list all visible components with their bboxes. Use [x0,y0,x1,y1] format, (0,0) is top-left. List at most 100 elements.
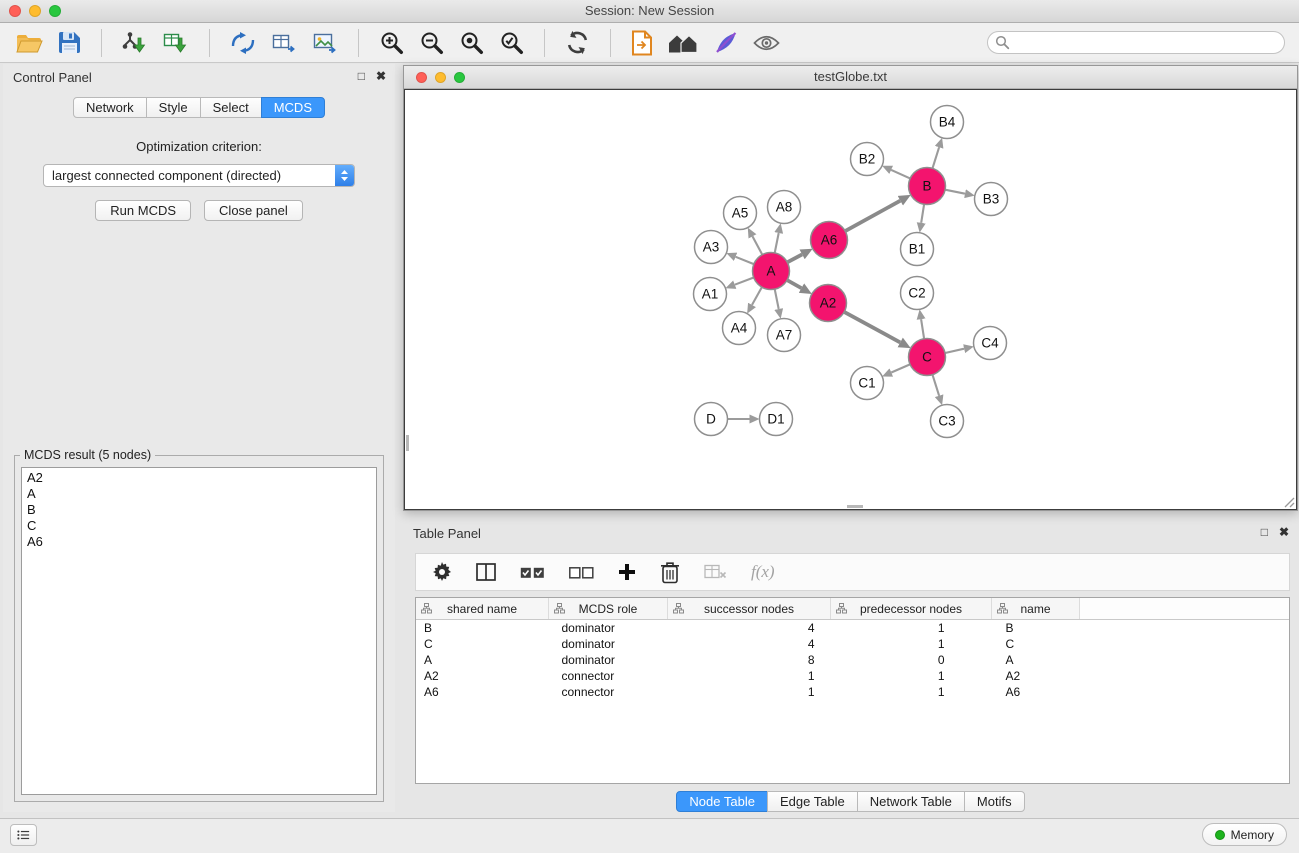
select-all-button[interactable] [518,564,547,581]
result-item[interactable]: A2 [22,470,376,486]
graph-edge-C-C3[interactable] [933,375,940,396]
table-cell[interactable]: dominator [549,620,668,637]
table-row[interactable]: Adominator80A [416,652,1289,668]
tab-select[interactable]: Select [200,97,262,118]
minimize-network-button[interactable] [435,72,446,83]
table-row[interactable]: Cdominator41C [416,636,1289,652]
close-panel-button[interactable]: Close panel [204,200,303,221]
vertical-scrollbar[interactable] [406,435,409,451]
graph-edge-A-A4[interactable] [752,287,762,305]
graph-edge-C-C4[interactable] [945,349,964,353]
tab-network-table[interactable]: Network Table [857,791,965,812]
graph-edge-A-A3[interactable] [736,257,754,264]
criterion-dropdown[interactable]: largest connected component (directed) [43,164,355,187]
result-item[interactable]: C [22,518,376,534]
zoom-window-button[interactable] [49,5,61,17]
graph-edge-B-B2[interactable] [891,170,910,179]
column-header-MCDS-role[interactable]: MCDS role [549,598,668,620]
graph-edge-B-B1[interactable] [921,204,924,223]
table-cell[interactable]: A6 [992,684,1080,700]
horizontal-scrollbar[interactable] [847,505,863,508]
refresh-button[interactable] [563,28,592,57]
table-cell[interactable]: connector [549,684,668,700]
network-canvas[interactable]: B4B2BB3A5A8A6B1A3AC2A1A2A4A7C4CC1C3DD1 [404,89,1297,510]
tab-style[interactable]: Style [146,97,201,118]
graph-edge-A-A2[interactable] [787,280,801,288]
function-builder-button[interactable]: f(x) [749,560,777,584]
network-graph[interactable]: B4B2BB3A5A8A6B1A3AC2A1A2A4A7C4CC1C3DD1 [405,90,1296,509]
float-table-panel-icon[interactable]: □ [1261,525,1268,539]
tab-node-table[interactable]: Node Table [676,791,768,812]
save-session-button[interactable] [56,29,83,56]
table-cell[interactable]: 1 [831,620,992,637]
search-input[interactable] [987,31,1285,54]
show-graphics-details-button[interactable] [751,32,782,54]
graph-edge-A2-C[interactable] [844,312,900,343]
column-header-shared-name[interactable]: shared name [416,598,549,620]
close-table-panel-icon[interactable]: ✖ [1279,525,1289,539]
zoom-fit-button[interactable] [457,28,486,57]
column-header-successor-nodes[interactable]: successor nodes [668,598,831,620]
close-window-button[interactable] [9,5,21,17]
table-cell[interactable]: 1 [668,668,831,684]
column-header-predecessor-nodes[interactable]: predecessor nodes [831,598,992,620]
table-row[interactable]: Bdominator41B [416,620,1289,637]
graph-edge-C-C1[interactable] [891,364,910,372]
result-item[interactable]: A [22,486,376,502]
table-cell[interactable]: 4 [668,620,831,637]
table-cell[interactable]: C [416,636,549,652]
result-item[interactable]: B [22,502,376,518]
result-item[interactable]: A6 [22,534,376,550]
table-cell[interactable]: dominator [549,652,668,668]
table-cell[interactable]: 1 [668,684,831,700]
tab-network[interactable]: Network [73,97,147,118]
table-cell[interactable]: 1 [831,636,992,652]
graph-edge-B-B3[interactable] [945,190,965,194]
minimize-window-button[interactable] [29,5,41,17]
task-history-button[interactable] [10,824,37,846]
table-cell[interactable]: A6 [416,684,549,700]
table-row[interactable]: A2connector11A2 [416,668,1289,684]
delete-column-button[interactable] [658,559,682,586]
table-cell[interactable]: B [992,620,1080,637]
table-cell[interactable]: A [992,652,1080,668]
graph-edge-A6-B[interactable] [845,201,900,231]
home-button[interactable] [666,30,701,56]
zoom-in-button[interactable] [377,28,406,57]
table-cell[interactable]: A [416,652,549,668]
close-network-button[interactable] [416,72,427,83]
export-image-button[interactable] [310,29,340,57]
table-cell[interactable]: 0 [831,652,992,668]
tab-mcds[interactable]: MCDS [261,97,325,118]
open-document-button[interactable] [629,28,655,58]
table-row[interactable]: A6connector11A6 [416,684,1289,700]
table-cell[interactable]: A2 [992,668,1080,684]
table-cell[interactable]: 1 [831,668,992,684]
import-network-button[interactable] [120,29,150,57]
style-preview-button[interactable] [712,29,740,57]
import-table-button[interactable] [161,29,191,57]
graph-edge-A-A7[interactable] [775,289,779,309]
show-columns-button[interactable] [474,561,498,583]
delete-table-button[interactable] [702,562,729,582]
float-panel-icon[interactable]: □ [358,69,365,83]
table-cell[interactable]: 4 [668,636,831,652]
export-table-button[interactable] [269,29,299,57]
table-cell[interactable]: 8 [668,652,831,668]
table-settings-button[interactable] [430,560,454,584]
graph-edge-A-A8[interactable] [775,233,779,253]
close-panel-icon[interactable]: ✖ [376,69,386,83]
column-header-name[interactable]: name [992,598,1080,620]
zoom-out-button[interactable] [417,28,446,57]
tab-motifs[interactable]: Motifs [964,791,1025,812]
graph-edge-C-C2[interactable] [921,319,924,339]
zoom-network-button[interactable] [454,72,465,83]
table-cell[interactable]: B [416,620,549,637]
graph-edge-A-A6[interactable] [787,254,802,262]
graph-edge-B-B4[interactable] [933,147,940,168]
new-network-button[interactable] [228,29,258,57]
run-mcds-button[interactable]: Run MCDS [95,200,191,221]
zoom-selected-button[interactable] [497,28,526,57]
resize-grip-icon[interactable] [1283,496,1295,508]
open-session-button[interactable] [14,30,45,56]
